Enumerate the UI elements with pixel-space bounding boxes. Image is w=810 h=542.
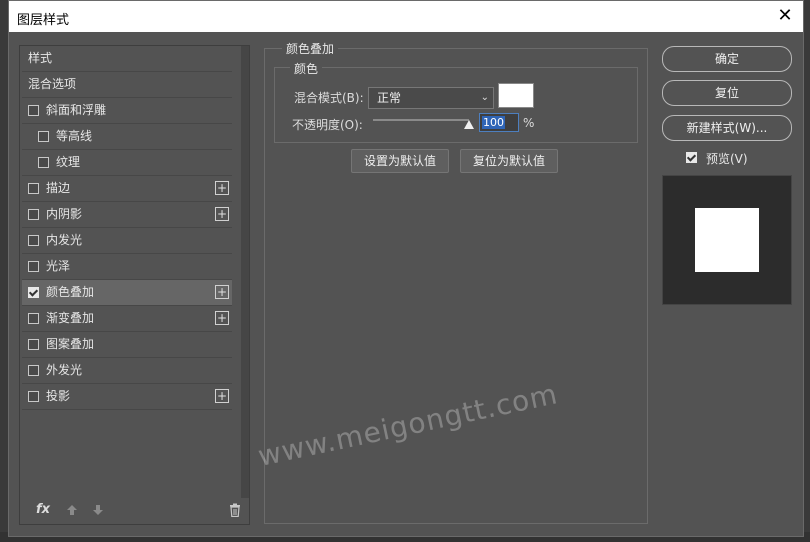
arrow-up-icon[interactable] bbox=[66, 504, 78, 516]
style-item-label: 内阴影 bbox=[46, 207, 83, 221]
reset-default-button[interactable]: 复位为默认值 bbox=[460, 149, 558, 173]
add-style-icon[interactable]: + bbox=[215, 285, 229, 299]
style-item[interactable]: 光泽 bbox=[22, 254, 232, 280]
new-style-button[interactable]: 新建样式(W)... bbox=[662, 115, 792, 141]
add-style-icon[interactable]: + bbox=[215, 181, 229, 195]
style-item-label: 样式 bbox=[28, 51, 53, 65]
style-item-label: 外发光 bbox=[46, 363, 83, 377]
opacity-slider-track[interactable] bbox=[373, 119, 469, 121]
styles-list-scrollbar[interactable] bbox=[241, 46, 249, 498]
style-item-label: 描边 bbox=[46, 181, 71, 195]
style-checkbox[interactable] bbox=[38, 157, 49, 168]
style-checkbox[interactable] bbox=[28, 105, 39, 116]
style-checkbox[interactable] bbox=[38, 131, 49, 142]
style-item[interactable]: 纹理 bbox=[22, 150, 232, 176]
opacity-input[interactable]: 100 bbox=[479, 113, 519, 132]
add-style-icon[interactable]: + bbox=[215, 207, 229, 221]
style-item-label: 内发光 bbox=[46, 233, 83, 247]
trash-icon[interactable] bbox=[229, 503, 241, 517]
color-overlay-title: 颜色叠加 bbox=[282, 40, 339, 57]
styles-list-footer: fx bbox=[20, 498, 249, 524]
style-checkbox[interactable] bbox=[28, 287, 39, 298]
style-checkbox[interactable] bbox=[28, 209, 39, 220]
set-default-button[interactable]: 设置为默认值 bbox=[351, 149, 449, 173]
style-item-label: 投影 bbox=[46, 389, 71, 403]
blend-mode-select[interactable]: 正常 ⌄ bbox=[368, 87, 494, 109]
style-item[interactable]: 等高线 bbox=[22, 124, 232, 150]
blend-mode-label: 混合模式(B): bbox=[294, 91, 364, 105]
close-icon[interactable]: ✕ bbox=[775, 6, 795, 26]
opacity-label: 不透明度(O): bbox=[292, 118, 363, 132]
style-checkbox[interactable] bbox=[28, 183, 39, 194]
fx-icon[interactable]: fx bbox=[36, 502, 50, 517]
style-checkbox[interactable] bbox=[28, 339, 39, 350]
style-item-label: 光泽 bbox=[46, 259, 71, 273]
style-item[interactable]: 内阴影 + bbox=[22, 202, 232, 228]
style-checkbox[interactable] bbox=[28, 365, 39, 376]
overlay-color-swatch[interactable] bbox=[498, 83, 534, 108]
style-item[interactable]: 混合选项 bbox=[22, 72, 232, 98]
style-preview bbox=[662, 175, 792, 305]
styles-list-panel: 样式混合选项斜面和浮雕等高线纹理描边 + 内阴影 + 内发光光泽颜色叠加 + 渐变叠加 + 图案… bbox=[19, 45, 250, 525]
style-item[interactable]: 描边 + bbox=[22, 176, 232, 202]
style-checkbox[interactable] bbox=[28, 391, 39, 402]
style-checkbox[interactable] bbox=[28, 235, 39, 246]
ok-button[interactable]: 确定 bbox=[662, 46, 792, 72]
style-item[interactable]: 投影 + bbox=[22, 384, 232, 410]
style-item[interactable]: 样式 bbox=[22, 46, 232, 72]
opacity-unit: % bbox=[523, 116, 535, 130]
chevron-down-icon: ⌄ bbox=[480, 92, 489, 103]
arrow-down-icon[interactable] bbox=[92, 504, 104, 516]
style-item-label: 纹理 bbox=[56, 155, 81, 169]
style-item[interactable]: 斜面和浮雕 bbox=[22, 98, 232, 124]
style-item-label: 颜色叠加 bbox=[46, 285, 95, 299]
style-item[interactable]: 渐变叠加 + bbox=[22, 306, 232, 332]
add-style-icon[interactable]: + bbox=[215, 311, 229, 325]
opacity-slider-thumb[interactable] bbox=[464, 120, 474, 129]
style-item-label: 等高线 bbox=[56, 129, 93, 143]
style-item[interactable]: 图案叠加 bbox=[22, 332, 232, 358]
color-group-title: 颜色 bbox=[290, 60, 323, 77]
preview-label: 预览(V) bbox=[706, 152, 748, 166]
style-item-label: 斜面和浮雕 bbox=[46, 103, 107, 117]
style-item-label: 图案叠加 bbox=[46, 337, 95, 351]
style-item[interactable]: 内发光 bbox=[22, 228, 232, 254]
style-item-label: 渐变叠加 bbox=[46, 311, 95, 325]
add-style-icon[interactable]: + bbox=[215, 389, 229, 403]
preview-checkbox[interactable] bbox=[686, 152, 697, 163]
reset-button[interactable]: 复位 bbox=[662, 80, 792, 106]
style-item[interactable]: 外发光 bbox=[22, 358, 232, 384]
style-checkbox[interactable] bbox=[28, 313, 39, 324]
blend-mode-value: 正常 bbox=[377, 91, 402, 105]
opacity-value: 100 bbox=[482, 116, 505, 129]
style-item-label: 混合选项 bbox=[28, 77, 77, 91]
dialog-title: 图层样式 bbox=[17, 13, 70, 28]
style-checkbox[interactable] bbox=[28, 261, 39, 272]
title-bar: 图层样式 ✕ bbox=[9, 1, 803, 32]
style-item[interactable]: 颜色叠加 + bbox=[22, 280, 232, 306]
preview-thumbnail bbox=[695, 208, 759, 272]
